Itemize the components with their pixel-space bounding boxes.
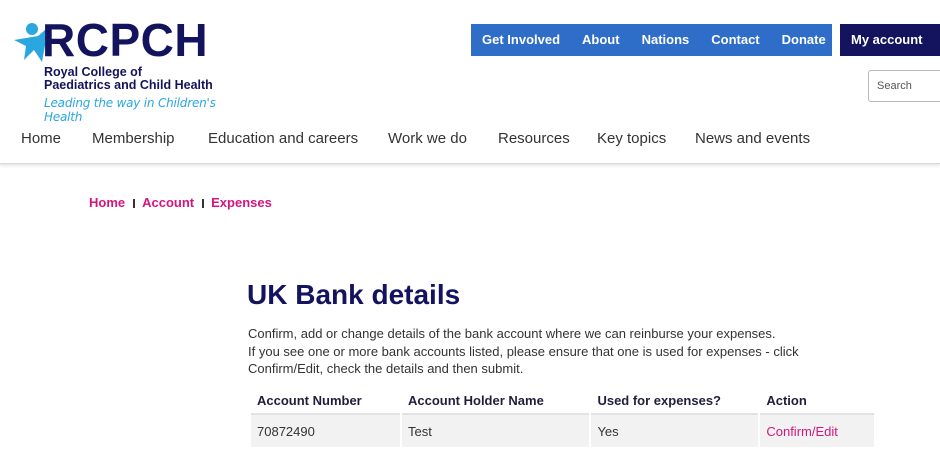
table-row: 70872490 Test Yes Confirm/Edit <box>251 415 874 447</box>
nav-item-news-and-events[interactable]: News and events <box>695 130 810 147</box>
breadcrumb-home[interactable]: Home <box>89 195 125 210</box>
nav-item-membership[interactable]: Membership <box>92 130 175 147</box>
cell-action: Confirm/Edit <box>760 415 874 447</box>
top-link-donate[interactable]: Donate <box>771 24 837 56</box>
cell-used-for-expenses: Yes <box>591 415 759 447</box>
search-input[interactable] <box>868 70 940 102</box>
header-account-holder-name: Account Holder Name <box>402 388 590 415</box>
breadcrumb-separator <box>133 199 136 208</box>
breadcrumb-expenses[interactable]: Expenses <box>211 195 272 210</box>
header-account-number: Account Number <box>251 388 400 415</box>
header-action: Action <box>760 388 874 415</box>
top-link-get-involved[interactable]: Get Involved <box>471 24 571 56</box>
cell-account-number: 70872490 <box>251 415 400 447</box>
logo-wordmark: RCPCH <box>42 14 209 66</box>
bank-accounts-table: Account Number Account Holder Name Used … <box>249 388 876 447</box>
my-account-button[interactable]: My account <box>840 24 940 56</box>
cell-account-holder: Test <box>402 415 590 447</box>
main-nav: Home Membership Education and careers Wo… <box>0 118 940 164</box>
table-header-row: Account Number Account Holder Name Used … <box>251 388 874 415</box>
breadcrumb-separator <box>202 199 205 208</box>
top-link-about[interactable]: About <box>571 24 631 56</box>
intro-text: Confirm, add or change details of the ba… <box>248 326 799 376</box>
top-link-nations[interactable]: Nations <box>631 24 701 56</box>
logo-subtitle: Royal College of Paediatrics and Child H… <box>44 65 213 92</box>
nav-item-work-we-do[interactable]: Work we do <box>388 130 467 147</box>
utility-nav: Get Involved About Nations Contact Donat… <box>471 24 832 56</box>
nav-item-education-and-careers[interactable]: Education and careers <box>208 130 358 147</box>
confirm-edit-link[interactable]: Confirm/Edit <box>766 424 838 439</box>
nav-item-resources[interactable]: Resources <box>498 130 570 147</box>
breadcrumb: Home Account Expenses <box>89 195 272 210</box>
nav-item-home[interactable]: Home <box>21 130 61 147</box>
breadcrumb-account[interactable]: Account <box>142 195 194 210</box>
header-used-for-expenses: Used for expenses? <box>591 388 759 415</box>
nav-item-key-topics[interactable]: Key topics <box>597 130 666 147</box>
rcpch-logo[interactable]: RCPCH Royal College of Paediatrics and C… <box>12 16 227 124</box>
page-title: UK Bank details <box>247 279 461 310</box>
top-link-contact[interactable]: Contact <box>700 24 770 56</box>
